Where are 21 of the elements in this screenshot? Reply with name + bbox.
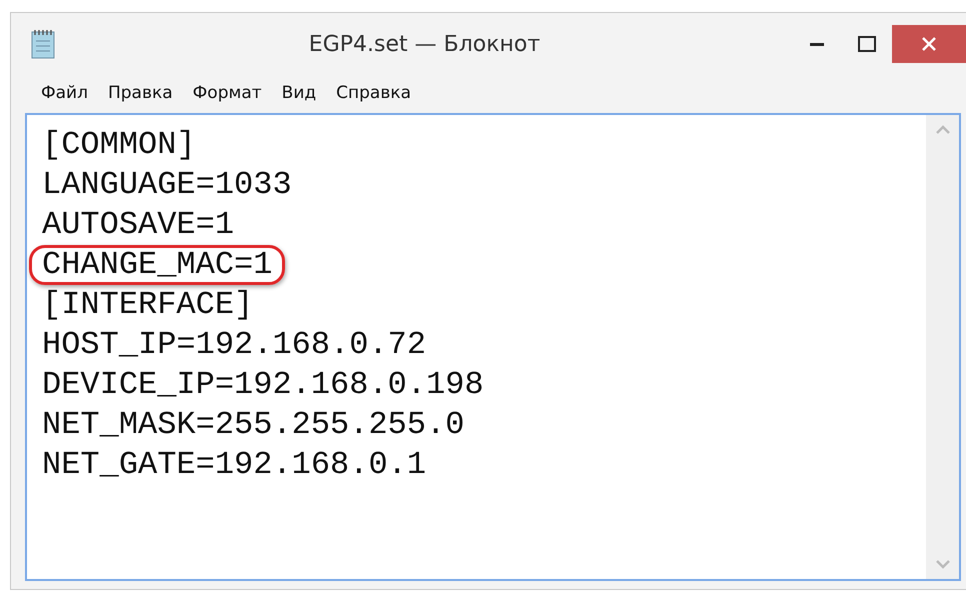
- menu-item[interactable]: Вид: [272, 81, 326, 107]
- menu-item[interactable]: Формат: [182, 81, 272, 107]
- text-line: DEVICE_IP=192.168.0.198: [42, 365, 485, 405]
- menu-item[interactable]: Правка: [98, 81, 183, 107]
- text-line: [INTERFACE]: [42, 285, 254, 325]
- text-line: [COMMON]: [42, 125, 197, 165]
- minimize-icon: [810, 42, 824, 46]
- maximize-icon: [858, 36, 876, 52]
- close-icon: [922, 37, 936, 51]
- text-line: NET_GATE=192.168.0.1: [42, 445, 428, 485]
- highlighted-text-line: CHANGE_MAC=1: [29, 245, 286, 285]
- text-line: HOST_IP=192.168.0.72: [42, 325, 428, 365]
- text-line: LANGUAGE=1033: [42, 165, 293, 205]
- window-title: EGP4.set — Блокнот: [308, 30, 542, 58]
- close-button[interactable]: [892, 25, 966, 63]
- menu-item[interactable]: Файл: [31, 81, 98, 107]
- text-area[interactable]: [COMMON] LANGUAGE=1033 AUTOSAVE=1 CHANGE_MAC=1 [INTERFACE] HOST_IP=192.168.0.72 DEVICE_IP=192.168.0.198 NET_MASK=255.255.255.0 NET_GATE=192.168.0.1: [25, 113, 961, 581]
- menu-item[interactable]: Справка: [326, 81, 422, 107]
- text-line: AUTOSAVE=1: [42, 205, 236, 245]
- text-line: NET_MASK=255.255.255.0: [42, 405, 466, 445]
- notepad-icon: [29, 29, 57, 59]
